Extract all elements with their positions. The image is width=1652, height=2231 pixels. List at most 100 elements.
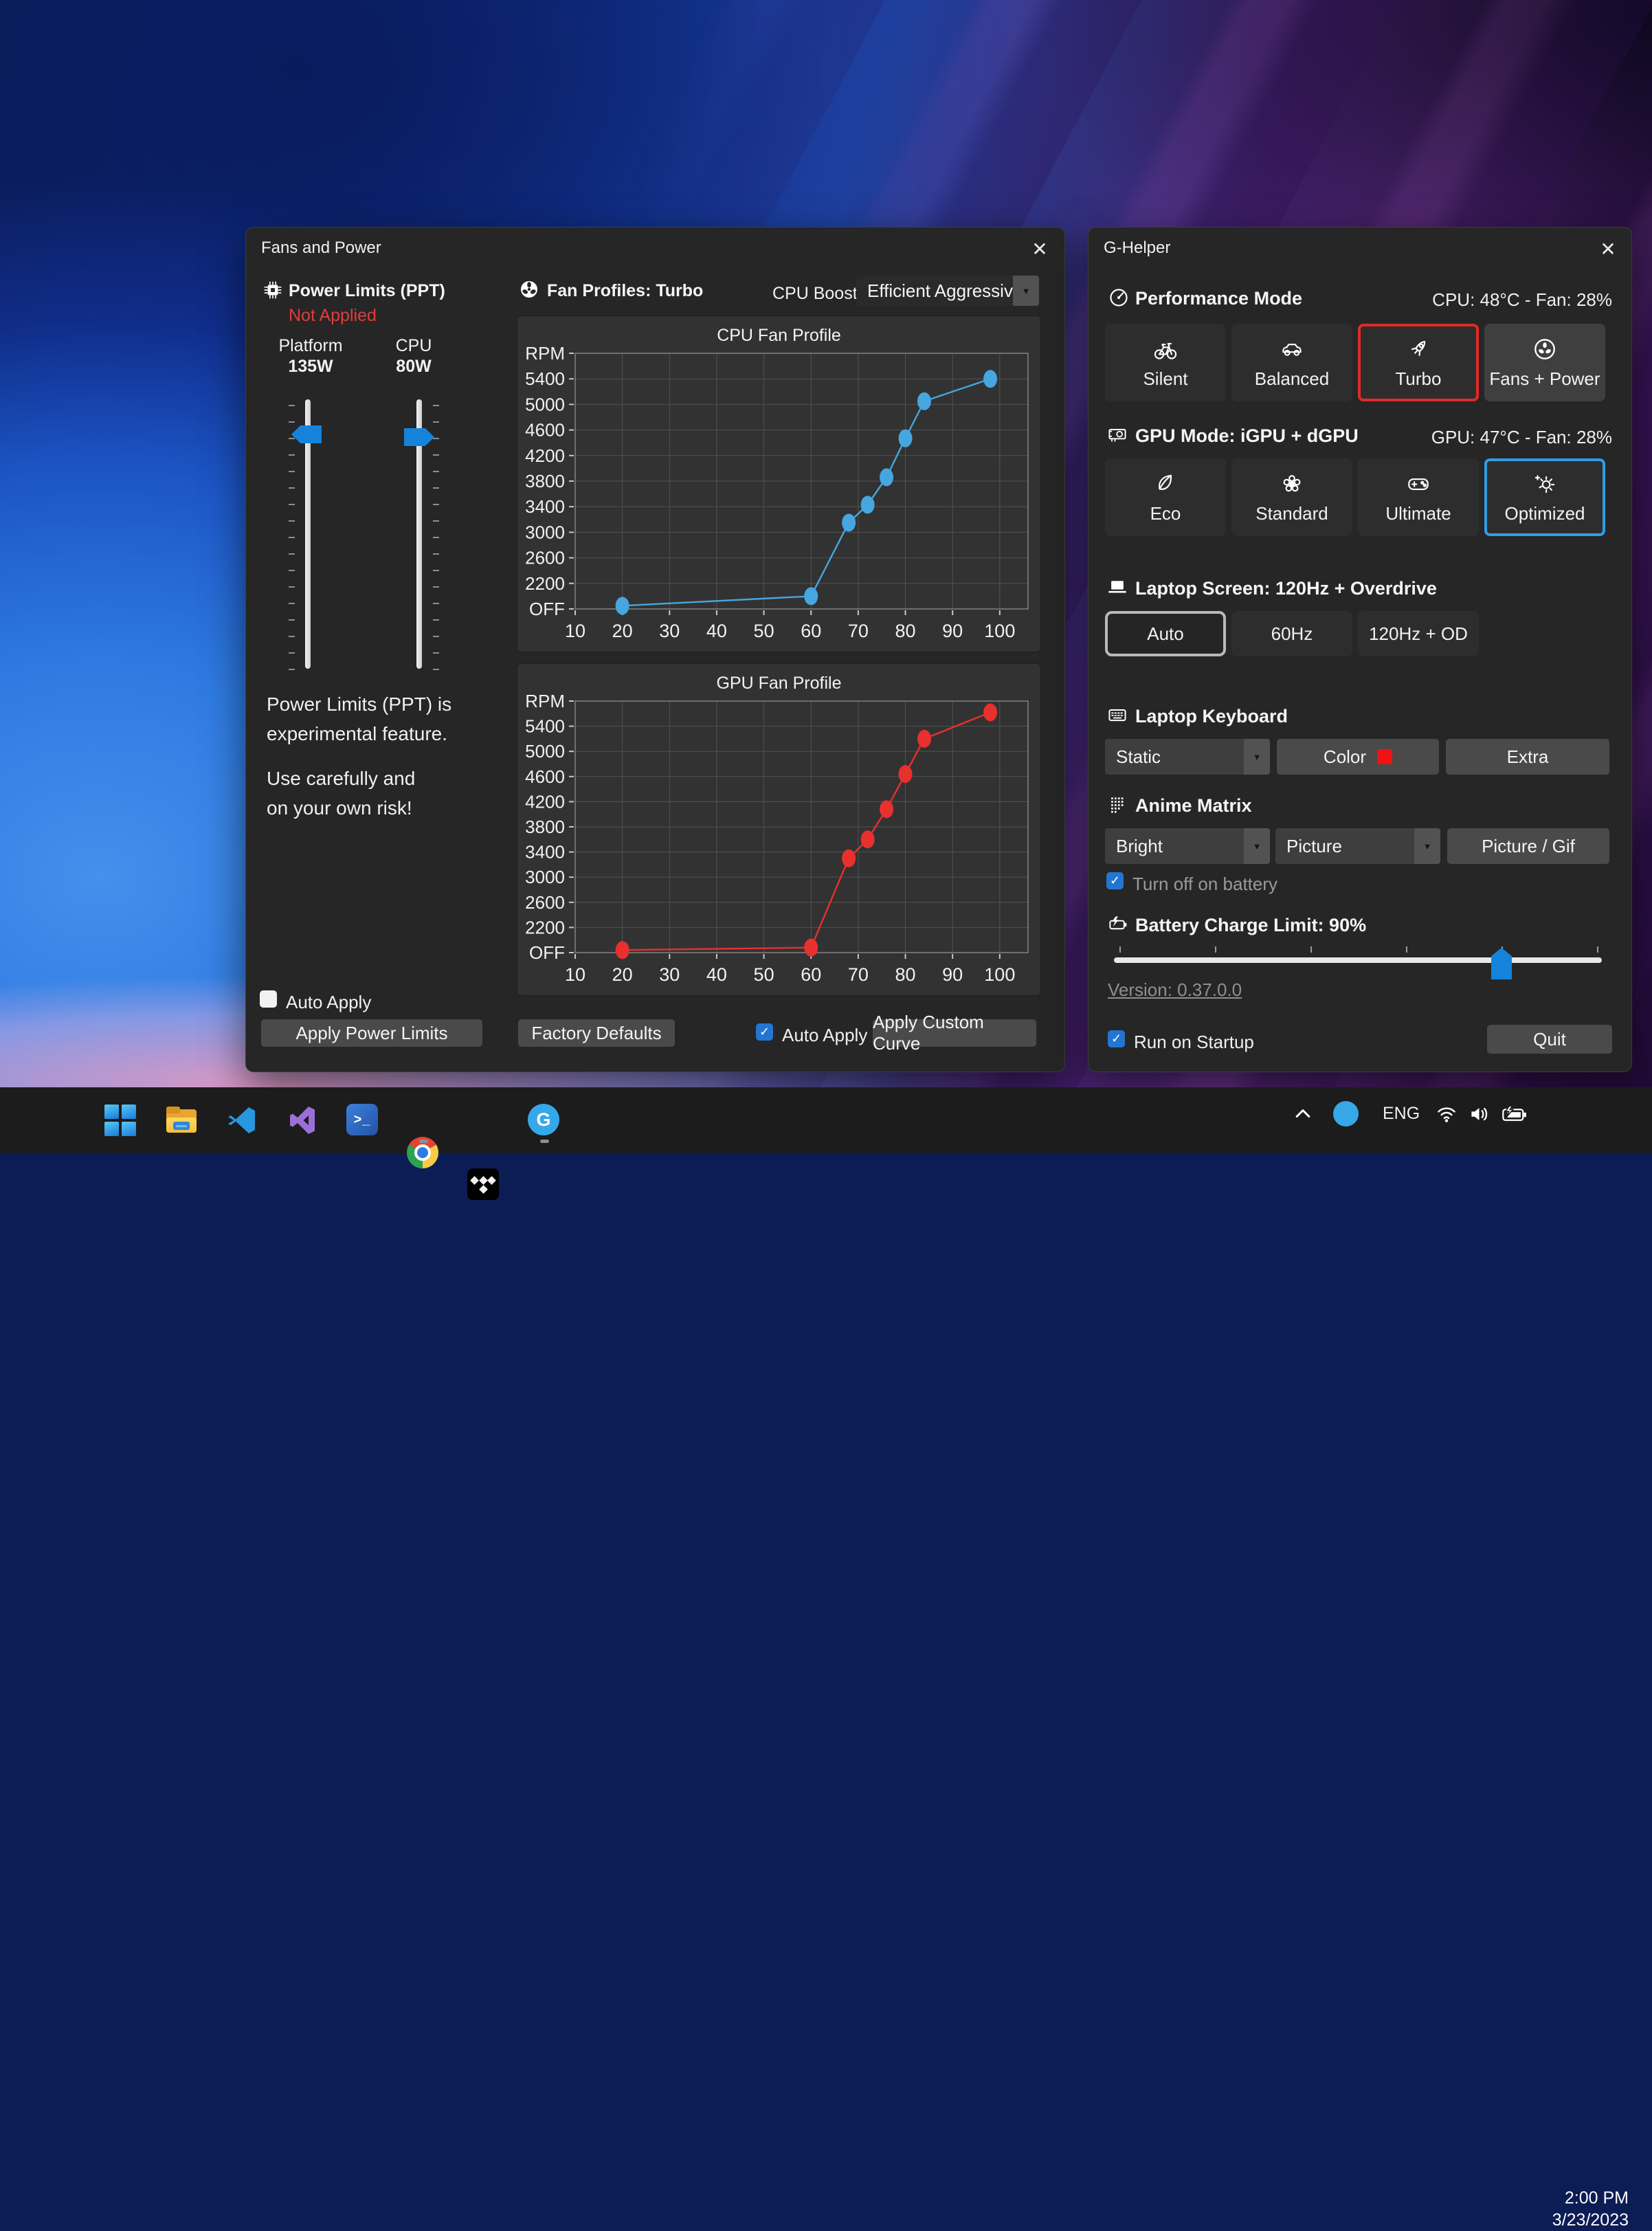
- cpu-slider-thumb[interactable]: [404, 428, 434, 446]
- platform-slider-label: Platform: [276, 336, 345, 356]
- gauge-icon: [1108, 287, 1130, 309]
- color-swatch: [1377, 749, 1392, 764]
- cpu-boost-label: CPU Boost: [772, 284, 858, 304]
- fan-icon: [518, 278, 540, 300]
- version-link[interactable]: Version: 0.37.0.0: [1108, 979, 1242, 1001]
- gpu-mode-header: GPU Mode: iGPU + dGPU: [1135, 425, 1359, 447]
- svg-text:5400: 5400: [525, 716, 565, 737]
- svg-text:70: 70: [848, 621, 869, 641]
- power-limits-header: Power Limits (PPT): [289, 281, 445, 301]
- gpu-temp-status: GPU: 47°C - Fan: 28%: [1431, 427, 1612, 448]
- tile-screen-60hz[interactable]: 60Hz: [1231, 611, 1352, 656]
- start-button[interactable]: [104, 1104, 137, 1137]
- svg-text:3000: 3000: [525, 522, 565, 542]
- tray-g-helper-icon[interactable]: [1333, 1101, 1359, 1126]
- cpu-boost-dropdown[interactable]: Efficient Aggressive ▼: [856, 276, 1039, 306]
- speaker-icon[interactable]: [1466, 1101, 1493, 1127]
- tile-standard[interactable]: Standard: [1231, 458, 1352, 536]
- file-explorer-icon[interactable]: [165, 1104, 198, 1137]
- run-on-startup-label: Run on Startup: [1134, 1032, 1254, 1053]
- taskbar: >_ G ENG 2:00 PM 3/23/2023: [0, 1087, 1652, 1153]
- factory-defaults-button[interactable]: Factory Defaults: [518, 1019, 675, 1047]
- svg-text:100: 100: [984, 964, 1015, 985]
- matrix-mode-dropdown[interactable]: Picture ▼: [1275, 828, 1440, 864]
- svg-text:3800: 3800: [525, 471, 565, 491]
- close-icon[interactable]: ✕: [1593, 236, 1623, 262]
- visual-studio-icon[interactable]: [286, 1104, 319, 1137]
- laptop-screen-header: Laptop Screen: 120Hz + Overdrive: [1135, 578, 1437, 599]
- apply-custom-curve-button[interactable]: Apply Custom Curve: [873, 1019, 1036, 1047]
- tile-turbo[interactable]: Turbo: [1358, 324, 1479, 401]
- svg-text:10: 10: [565, 964, 585, 985]
- svg-text:GPU Fan Profile: GPU Fan Profile: [716, 674, 841, 693]
- cpu-slider-label: CPU: [392, 336, 436, 356]
- quit-button[interactable]: Quit: [1487, 1025, 1612, 1054]
- fan-circle-icon: [1532, 336, 1558, 362]
- platform-slider-ticks: [289, 405, 295, 670]
- svg-text:2600: 2600: [525, 892, 565, 913]
- tile-screen-120hz-od[interactable]: 120Hz + OD: [1358, 611, 1479, 656]
- svg-text:3800: 3800: [525, 817, 565, 837]
- svg-text:20: 20: [612, 964, 633, 985]
- tray-chevron-up-icon[interactable]: [1289, 1100, 1317, 1127]
- gpu-card-icon: [1106, 424, 1128, 446]
- g-helper-running-indicator: [540, 1140, 549, 1143]
- curve-auto-apply-checkbox[interactable]: ✓: [756, 1023, 773, 1041]
- keyboard-mode-dropdown[interactable]: Static ▼: [1105, 739, 1270, 775]
- rocket-icon: [1405, 336, 1431, 362]
- gamepad-icon: [1405, 471, 1431, 497]
- apply-power-limits-button[interactable]: Apply Power Limits: [261, 1019, 482, 1047]
- chip-icon: [263, 280, 283, 300]
- terminal-icon[interactable]: >_: [346, 1104, 379, 1137]
- run-on-startup-checkbox[interactable]: ✓: [1108, 1030, 1125, 1047]
- window-title: G-Helper: [1104, 238, 1170, 258]
- power-auto-apply-checkbox[interactable]: [260, 990, 277, 1008]
- tile-ultimate[interactable]: Ultimate: [1358, 458, 1479, 536]
- battery-slider-track[interactable]: [1114, 957, 1602, 963]
- chevron-down-icon[interactable]: ▼: [1244, 739, 1270, 775]
- tile-optimized[interactable]: Optimized: [1484, 458, 1605, 536]
- platform-slider-thumb[interactable]: [291, 425, 322, 443]
- g-helper-taskbar-icon[interactable]: G: [528, 1104, 561, 1137]
- keyboard-extra-button[interactable]: Extra: [1446, 739, 1609, 775]
- svg-text:40: 40: [706, 621, 727, 641]
- svg-text:5000: 5000: [525, 394, 565, 414]
- cpu-fan-curve-chart[interactable]: OFF220026003000340038004200460050005400R…: [517, 315, 1041, 652]
- chevron-down-icon[interactable]: ▼: [1414, 828, 1440, 864]
- vscode-icon[interactable]: [225, 1104, 258, 1137]
- svg-text:80: 80: [895, 964, 915, 985]
- svg-text:50: 50: [754, 621, 774, 641]
- keyboard-color-button[interactable]: Color: [1277, 739, 1439, 775]
- matrix-battery-checkbox[interactable]: ✓: [1106, 872, 1124, 889]
- gpu-fan-curve-chart[interactable]: OFF220026003000340038004200460050005400R…: [517, 663, 1041, 996]
- wifi-icon[interactable]: [1433, 1101, 1460, 1127]
- tile-balanced[interactable]: Balanced: [1231, 324, 1352, 401]
- svg-text:5000: 5000: [525, 741, 565, 762]
- svg-text:90: 90: [942, 621, 963, 641]
- flower-icon: [1279, 471, 1305, 497]
- chevron-down-icon[interactable]: ▼: [1244, 828, 1270, 864]
- tray-language[interactable]: ENG: [1383, 1104, 1420, 1124]
- svg-text:40: 40: [706, 964, 727, 985]
- matrix-brightness-dropdown[interactable]: Bright ▼: [1105, 828, 1270, 864]
- tile-fans-power[interactable]: Fans + Power: [1484, 324, 1605, 401]
- anime-matrix-header: Anime Matrix: [1135, 795, 1252, 817]
- power-limits-status: Not Applied: [289, 306, 377, 326]
- tile-silent[interactable]: Silent: [1105, 324, 1226, 401]
- svg-text:4600: 4600: [525, 766, 565, 787]
- tray-clock[interactable]: 2:00 PM 3/23/2023: [1552, 2187, 1629, 2231]
- platform-slider-value: 135W: [276, 357, 345, 377]
- performance-mode-header: Performance Mode: [1135, 288, 1302, 309]
- tile-eco[interactable]: Eco: [1105, 458, 1226, 536]
- tidal-icon[interactable]: [467, 1168, 499, 1200]
- svg-text:60: 60: [801, 964, 821, 985]
- tile-screen-auto[interactable]: Auto: [1105, 611, 1226, 656]
- matrix-picture-gif-button[interactable]: Picture / Gif: [1447, 828, 1609, 864]
- battery-charging-icon[interactable]: [1501, 1101, 1528, 1129]
- cpu-temp-status: CPU: 48°C - Fan: 28%: [1432, 289, 1612, 311]
- svg-text:30: 30: [659, 964, 680, 985]
- chevron-down-icon[interactable]: ▼: [1013, 276, 1039, 306]
- chrome-running-indicator: [419, 1140, 428, 1143]
- svg-text:2200: 2200: [525, 917, 565, 937]
- close-icon[interactable]: ✕: [1025, 236, 1055, 262]
